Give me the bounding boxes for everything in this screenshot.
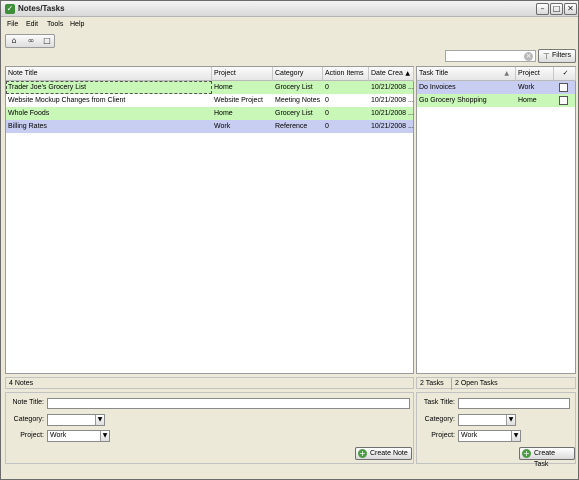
filter-icon: ⊤ xyxy=(543,52,550,61)
table-row[interactable]: Go Grocery Shopping Home xyxy=(417,94,575,107)
note-actions-cell: 0 xyxy=(325,97,329,104)
menu-edit[interactable]: Edit xyxy=(26,21,38,28)
table-row[interactable]: Website Mockup Changes from Client Websi… xyxy=(6,94,414,107)
note-project-cell: Home xyxy=(214,84,233,91)
note-project-label: Project: xyxy=(20,432,44,439)
column-task-title-label: Task Title xyxy=(419,70,449,77)
table-row[interactable]: Whole Foods Home Grocery List 0 10/21/20… xyxy=(6,107,414,120)
chevron-down-icon: ▼ xyxy=(506,415,515,425)
note-project-cell: Website Project xyxy=(214,97,263,104)
tasks-count: 2 Tasks xyxy=(420,380,444,387)
sort-up-icon: ▲ xyxy=(504,70,509,77)
column-completed-check[interactable]: ✓ xyxy=(554,67,576,81)
blank-page-icon[interactable]: □ xyxy=(40,36,54,46)
column-date-label: Date Crea xyxy=(371,70,403,77)
column-date-created[interactable]: Date Crea ▲ xyxy=(369,67,414,81)
notes-count: 4 Notes xyxy=(9,380,34,387)
table-row[interactable]: Do Invoices Work xyxy=(417,81,575,94)
create-task-label: Create Task xyxy=(534,450,556,468)
note-title-input[interactable] xyxy=(47,398,410,409)
task-category-select[interactable]: ▼ xyxy=(458,414,516,426)
note-project-value: Work xyxy=(50,432,67,439)
task-complete-checkbox[interactable] xyxy=(559,83,568,92)
note-form: Note Title: Category: ▼ Project: Work ▼ +… xyxy=(5,392,414,464)
filters-label: Filters xyxy=(551,52,571,59)
chevron-down-icon: ▼ xyxy=(95,415,104,425)
home-icon[interactable]: ⌂ xyxy=(7,36,21,46)
table-row[interactable]: Billing Rates Work Reference 0 10/21/200… xyxy=(6,120,414,133)
task-form: Task Title: Category: ▼ Project: Work ▼ +… xyxy=(416,392,576,468)
plus-icon: + xyxy=(358,449,367,458)
column-category[interactable]: Category xyxy=(273,67,323,81)
maximize-button[interactable]: □ xyxy=(550,3,563,15)
create-note-label: Create Note xyxy=(370,450,408,457)
note-actions-cell: 0 xyxy=(325,110,329,117)
note-project-cell: Home xyxy=(214,110,233,117)
open-tasks-count: 2 Open Tasks xyxy=(455,380,498,387)
tasks-table: Task Title ▲ Project ✓ Do Invoices Work G… xyxy=(416,66,576,374)
status-divider xyxy=(451,378,452,390)
column-note-title[interactable]: Note Title xyxy=(6,67,212,81)
task-project-cell: Work xyxy=(518,84,535,91)
task-title-cell: Do Invoices xyxy=(419,84,456,91)
toolbar: ⌂ ∞ □ xyxy=(5,34,55,48)
note-category-cell: Reference xyxy=(275,123,308,130)
task-title-label: Task Title: xyxy=(423,399,455,406)
note-project-select[interactable]: Work ▼ xyxy=(47,430,110,442)
search-input[interactable] xyxy=(445,50,536,62)
note-category-select[interactable]: ▼ xyxy=(47,414,105,426)
task-title-input[interactable] xyxy=(458,398,570,409)
column-project[interactable]: Project xyxy=(212,67,273,81)
window-title: Notes/Tasks xyxy=(18,4,65,13)
note-title-cell: Whole Foods xyxy=(8,110,50,117)
note-date-cell: 10/21/2008 ... xyxy=(371,84,414,91)
note-date-cell: 10/21/2008 ... xyxy=(371,123,414,130)
task-project-label: Project: xyxy=(431,432,455,439)
task-project-value: Work xyxy=(461,432,478,439)
chevron-down-icon: ▼ xyxy=(511,431,520,441)
notes-table: Note Title Project Category Action Items… xyxy=(5,66,414,374)
menu-help[interactable]: Help xyxy=(70,21,84,28)
filters-button[interactable]: ⊤ Filters xyxy=(538,49,576,63)
note-project-cell: Work xyxy=(214,123,231,130)
note-title-cell: Website Mockup Changes from Client xyxy=(8,97,126,104)
note-category-cell: Grocery List xyxy=(275,84,313,91)
column-task-title[interactable]: Task Title ▲ xyxy=(417,67,516,81)
title-bar[interactable]: ✓ Notes/Tasks – □ ✕ xyxy=(1,1,578,17)
task-title-cell: Go Grocery Shopping xyxy=(419,97,487,104)
sort-up-icon: ▲ xyxy=(405,70,410,77)
app-window: ✓ Notes/Tasks – □ ✕ File Edit Tools Help… xyxy=(0,0,579,480)
menu-bar: File Edit Tools Help xyxy=(1,18,578,32)
menu-tools[interactable]: Tools xyxy=(47,21,63,28)
column-task-project[interactable]: Project xyxy=(516,67,554,81)
chevron-down-icon: ▼ xyxy=(100,431,109,441)
tasks-status-bar: 2 Tasks 2 Open Tasks xyxy=(416,377,576,390)
binoculars-icon[interactable]: ∞ xyxy=(24,36,38,46)
note-title-label: Note Title: xyxy=(12,399,44,406)
note-category-cell: Meeting Notes xyxy=(275,97,321,104)
note-category-label: Category: xyxy=(13,416,44,423)
task-complete-checkbox[interactable] xyxy=(559,96,568,105)
note-title-cell: Billing Rates xyxy=(8,123,47,130)
create-note-button[interactable]: + Create Note xyxy=(355,447,412,460)
task-category-label: Category: xyxy=(424,416,455,423)
note-title-cell: Trader Joe's Grocery List xyxy=(6,81,212,94)
plus-icon: + xyxy=(522,449,531,458)
note-date-cell: 10/21/2008 ... xyxy=(371,110,414,117)
table-row[interactable]: Trader Joe's Grocery List Home Grocery L… xyxy=(6,81,414,94)
note-actions-cell: 0 xyxy=(325,123,329,130)
column-action-items[interactable]: Action Items xyxy=(323,67,369,81)
minimize-button[interactable]: – xyxy=(536,3,549,15)
note-actions-cell: 0 xyxy=(325,84,329,91)
note-category-cell: Grocery List xyxy=(275,110,313,117)
note-date-cell: 10/21/2008 ... xyxy=(371,97,414,104)
app-check-icon: ✓ xyxy=(5,4,15,14)
menu-file[interactable]: File xyxy=(7,21,18,28)
notes-status-bar: 4 Notes xyxy=(5,377,414,389)
create-task-button[interactable]: + Create Task xyxy=(519,447,575,468)
task-project-select[interactable]: Work ▼ xyxy=(458,430,521,442)
clear-search-icon[interactable]: × xyxy=(524,52,533,61)
task-project-cell: Home xyxy=(518,97,537,104)
close-button[interactable]: ✕ xyxy=(564,3,577,15)
